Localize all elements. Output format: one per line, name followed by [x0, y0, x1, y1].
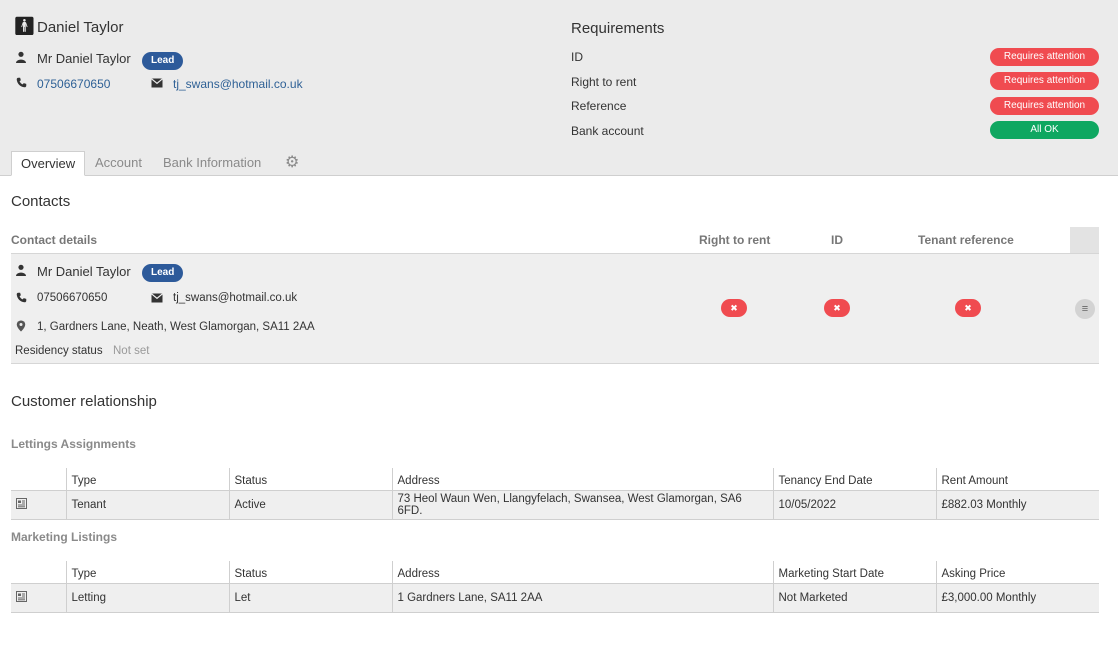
lettings-col-address[interactable]: Address	[391, 468, 773, 491]
tab-bank-information[interactable]: Bank Information	[154, 151, 270, 176]
user-icon	[14, 51, 28, 66]
right-to-rent-status-x[interactable]: ✖	[721, 299, 747, 317]
residency-status-value: Not set	[113, 345, 150, 357]
lettings-table: Type Status Address Tenancy End Date Ren…	[11, 468, 1099, 520]
envelope-icon	[150, 77, 164, 91]
requirements-title: Requirements	[571, 20, 665, 37]
table-cell: 1 Gardners Lane, SA11 2AA	[391, 583, 773, 613]
lettings-col-rent-amount[interactable]: Rent Amount	[935, 468, 1099, 491]
table-row[interactable]: Tenant Active 73 Heol Waun Wen, Llangyfe…	[11, 490, 1099, 520]
table-cell: Tenant	[65, 490, 229, 520]
envelope-icon	[150, 292, 164, 306]
row-type-cell[interactable]	[11, 583, 66, 613]
gear-icon[interactable]: ⚙︎	[285, 152, 299, 172]
lettings-col-tenancy-end-date[interactable]: Tenancy End Date	[772, 468, 936, 491]
tenant-reference-status-x[interactable]: ✖	[955, 299, 981, 317]
col-right-to-rent: Right to rent	[699, 233, 771, 247]
table-cell: £882.03 Monthly	[935, 490, 1099, 520]
table-row[interactable]: Letting Let 1 Gardners Lane, SA11 2AA No…	[11, 583, 1099, 613]
table-cell: 73 Heol Waun Wen, Llangyfelach, Swansea,…	[391, 490, 773, 520]
user-icon	[14, 264, 28, 279]
requirement-label-reference: Reference	[571, 99, 627, 113]
lettings-col-type[interactable]: Type	[65, 468, 229, 491]
id-status-x[interactable]: ✖	[824, 299, 850, 317]
col-id: ID	[831, 233, 843, 247]
requirement-status-reference[interactable]: Requires attention	[990, 97, 1099, 115]
table-cell: Letting	[65, 583, 229, 613]
customer-relationship-title: Customer relationship	[11, 393, 157, 410]
header-email-link[interactable]: tj_swans@hotmail.co.uk	[173, 77, 303, 91]
lettings-col-status[interactable]: Status	[228, 468, 392, 491]
contact-name: Mr Daniel Taylor	[37, 264, 131, 279]
col-contact-details: Contact details	[11, 233, 98, 247]
requirement-status-id[interactable]: Requires attention	[990, 48, 1099, 66]
contact-row: Mr Daniel Taylor Lead 07506670650 tj_swa…	[11, 253, 1099, 364]
contacts-title: Contacts	[11, 193, 71, 210]
marketing-col-icon	[11, 561, 66, 584]
table-cell: £3,000.00 Monthly	[935, 583, 1099, 613]
requirement-status-bank-account[interactable]: All OK	[990, 121, 1099, 139]
lead-badge: Lead	[142, 264, 184, 282]
customer-name: Daniel Taylor	[37, 19, 124, 36]
listing-icon[interactable]	[16, 497, 27, 512]
lead-badge: Lead	[142, 52, 184, 70]
row-type-cell[interactable]	[11, 490, 66, 520]
lettings-col-icon	[11, 468, 66, 491]
table-cell: Active	[228, 490, 392, 520]
customer-header: 🚹︎ Daniel Taylor Mr Daniel Taylor Lead 0…	[0, 0, 1118, 176]
marketing-listings-title: Marketing Listings	[11, 530, 118, 544]
marketing-col-type[interactable]: Type	[65, 561, 229, 584]
header-phone-link[interactable]: 07506670650	[37, 77, 110, 91]
contact-email[interactable]: tj_swans@hotmail.co.uk	[173, 292, 297, 304]
tab-overview[interactable]: Overview	[11, 151, 86, 176]
marketing-col-address[interactable]: Address	[391, 561, 773, 584]
residency-status-label: Residency status	[15, 345, 103, 357]
marketing-table: Type Status Address Marketing Start Date…	[11, 561, 1099, 613]
table-cell: Let	[228, 583, 392, 613]
menu-icon[interactable]: ≡	[1075, 299, 1095, 319]
person-standing-icon: 🚹︎	[13, 16, 36, 36]
map-pin-icon	[14, 320, 28, 335]
marketing-col-start-date[interactable]: Marketing Start Date	[772, 561, 936, 584]
col-tenant-reference: Tenant reference	[918, 233, 1014, 247]
tab-account[interactable]: Account	[86, 151, 151, 176]
lettings-assignments-title: Lettings Assignments	[11, 437, 136, 451]
requirement-label-right-to-rent: Right to rent	[571, 75, 637, 89]
customer-full-name: Mr Daniel Taylor	[37, 51, 131, 66]
phone-icon	[14, 77, 28, 91]
listing-icon[interactable]	[16, 590, 27, 605]
table-cell: Not Marketed	[772, 583, 936, 613]
requirement-label-id: ID	[571, 50, 583, 64]
phone-icon	[14, 292, 28, 306]
table-cell: 10/05/2022	[772, 490, 936, 520]
requirement-label-bank-account: Bank account	[571, 124, 644, 138]
marketing-col-status[interactable]: Status	[228, 561, 392, 584]
contact-address: 1, Gardners Lane, Neath, West Glamorgan,…	[37, 321, 315, 333]
contact-phone[interactable]: 07506670650	[37, 292, 107, 304]
marketing-col-asking-price[interactable]: Asking Price	[935, 561, 1099, 584]
requirement-status-right-to-rent[interactable]: Requires attention	[990, 72, 1099, 90]
